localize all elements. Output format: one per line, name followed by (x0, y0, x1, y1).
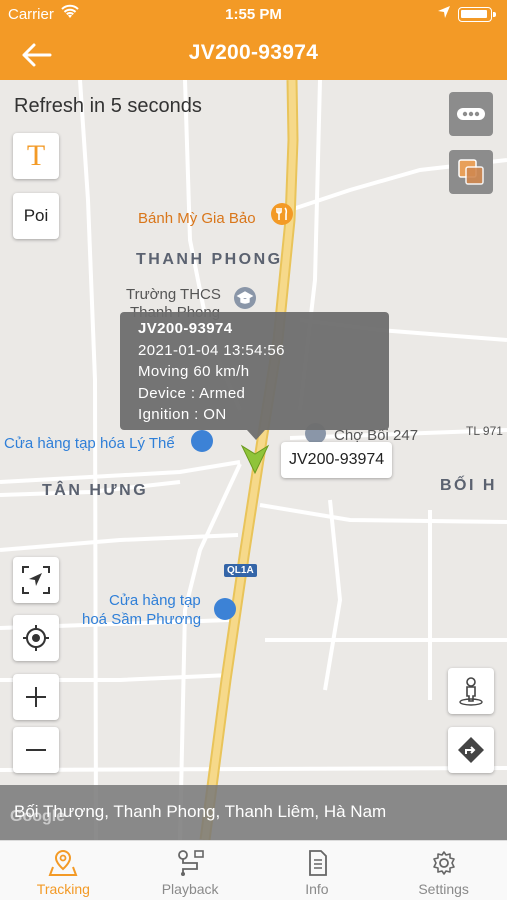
shop-icon (191, 430, 213, 452)
vehicle-label[interactable]: JV200-93974 (281, 442, 393, 478)
tab-playback[interactable]: Playback (127, 841, 254, 900)
area-boi-h: BỐI H (440, 477, 497, 494)
address-bar: Bối Thượng, Thanh Phong, Thanh Liêm, Hà … (0, 785, 507, 840)
vehicle-info-popup: JV200-93974 2021-01-04 13:54:56 Moving 6… (120, 312, 389, 430)
text-toggle-label: T (26, 139, 46, 172)
directions-button[interactable] (448, 727, 494, 773)
poi-button[interactable]: Poi (13, 193, 59, 239)
refresh-countdown: Refresh in 5 seconds (14, 95, 202, 117)
tab-tracking[interactable]: Tracking (0, 841, 127, 900)
more-dots-icon (457, 108, 485, 120)
place-banh-my: Bánh Mỳ Gia Bảo (138, 210, 256, 227)
popup-vehicle-name: JV200-93974 (138, 320, 233, 337)
map-layers-button[interactable] (449, 150, 493, 194)
google-attribution: Google (10, 808, 66, 825)
poi-label: Poi (23, 206, 49, 225)
place-sam-phuong-line1: Cửa hàng tạp (109, 592, 201, 609)
battery-icon (458, 7, 496, 22)
tab-info-label: Info (305, 881, 329, 897)
playback-route-icon (178, 850, 204, 876)
tab-playback-label: Playback (161, 881, 219, 897)
fit-bounds-button[interactable] (13, 557, 59, 603)
place-sam-phuong-line2: hoá Sầm Phương (82, 611, 202, 628)
status-time: 1:55 PM (225, 6, 282, 23)
vehicle-marker-icon[interactable] (240, 443, 270, 475)
map-pin-icon (48, 849, 78, 876)
my-location-button[interactable] (13, 615, 59, 661)
text-toggle-button[interactable]: T (13, 133, 59, 179)
directions-icon (458, 737, 484, 763)
location-arrow-icon (437, 5, 451, 23)
road-tl971: TL 971 (466, 424, 503, 438)
navigate-frame-icon (22, 566, 50, 594)
cart-icon (214, 598, 236, 620)
school-icon (234, 287, 256, 309)
zoom-out-button[interactable] (13, 727, 59, 773)
app-header: JV200-93974 (0, 30, 507, 80)
layers-icon (458, 159, 484, 185)
tab-settings[interactable]: Settings (380, 841, 507, 900)
tab-info[interactable]: Info (254, 841, 381, 900)
crosshair-icon (23, 625, 49, 651)
place-truong-line1: Trường THCS (126, 286, 221, 303)
area-thanh-phong: THANH PHONG (136, 251, 283, 268)
street-view-button[interactable] (448, 668, 494, 714)
plus-icon (26, 687, 46, 707)
minus-icon (26, 749, 46, 751)
document-icon (308, 850, 327, 876)
map-view[interactable]: Refresh in 5 seconds T Poi Bánh Mỳ Gia B… (0, 80, 507, 840)
page-title: JV200-93974 (188, 41, 319, 64)
more-options-button[interactable] (449, 92, 493, 136)
popup-status: Moving 60 km/h (138, 363, 250, 380)
current-address: Bối Thượng, Thanh Phong, Thanh Liêm, Hà … (14, 802, 387, 821)
popup-device: Device : Armed (138, 384, 246, 402)
place-cua-hang-ly: Cửa hàng tạp hóa Lý Thể (4, 435, 175, 452)
popup-tail (247, 430, 265, 440)
area-tan-hung: TÂN HƯNG (42, 482, 149, 499)
tab-bar: Tracking Playback Info Settings (0, 840, 507, 900)
road-shield-ql1a: QL1A (224, 564, 257, 577)
pegman-icon (459, 677, 483, 706)
zoom-in-button[interactable] (13, 674, 59, 720)
status-bar: Carrier 1:55 PM (0, 0, 507, 30)
popup-datetime: 2021-01-04 13:54:56 (138, 341, 285, 359)
gear-icon (432, 851, 455, 875)
tab-tracking-label: Tracking (36, 881, 90, 897)
restaurant-icon (271, 203, 293, 225)
tab-settings-label: Settings (418, 881, 469, 897)
popup-ignition: Ignition : ON (138, 406, 227, 423)
